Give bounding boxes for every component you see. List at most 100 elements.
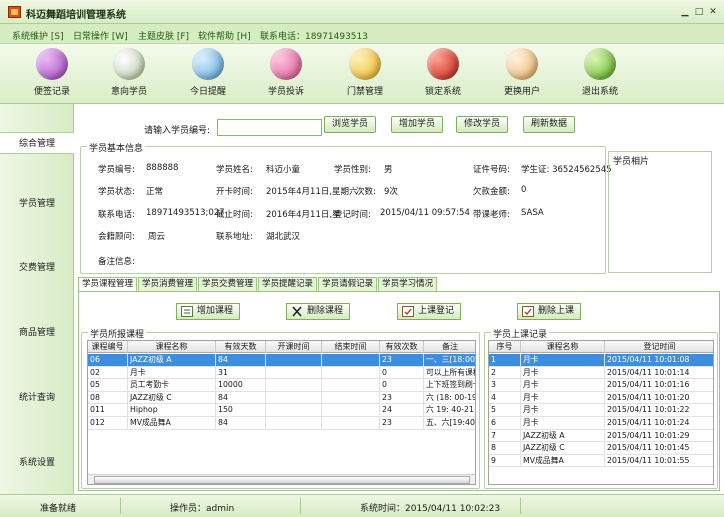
attendance-cell: 月卡 [521, 391, 605, 404]
tab-reminders[interactable]: 学员提醒记录 [258, 277, 318, 291]
student-no-input[interactable] [217, 119, 322, 136]
value-address: 湖北武汉 [266, 232, 301, 242]
attendance-cell: 2015/04/11 10:01:16 [605, 379, 713, 391]
course-row[interactable]: 011 Hiphop 150 24 六 19: 40-21: [88, 404, 475, 417]
course-header-cell[interactable]: 有效次数 [380, 341, 424, 353]
sidebar-item-settings[interactable]: 系统设置 [0, 452, 74, 474]
tool-reminder[interactable]: 今日提醒 [178, 48, 238, 97]
courses-table[interactable]: 课程编号 课程名称 有效天数 开课时间 结束时间 有效次数 备注 06 JAZZ初级 A 84 2… [87, 340, 476, 485]
status-divider [520, 498, 521, 514]
minimize-icon[interactable]: ▁ [680, 7, 690, 17]
course-header-cell[interactable]: 开课时间 [266, 341, 322, 353]
document-icon [506, 48, 538, 80]
app-icon [8, 6, 21, 18]
attendance-table[interactable]: 序号 课程名称 登记时间 1 月卡 2015/04/11 10:01:08 2 月卡 2015… [488, 340, 714, 485]
browse-students-button[interactable]: 浏览学员 [324, 116, 376, 133]
attendance-cell: 月卡 [521, 366, 605, 379]
tool-exit[interactable]: 退出系统 [570, 48, 630, 97]
refresh-data-button[interactable]: 刷新数据 [523, 116, 575, 133]
course-cell: 一、三[18:00- [426, 355, 476, 364]
tool-label: 意向学员 [110, 87, 147, 97]
status-bar: 准备就绪 操作员：admin 系统时间：2015/04/11 10:02:23 [0, 494, 724, 517]
delete-course-button[interactable]: 删除课程 [286, 303, 351, 320]
course-cell [266, 354, 322, 366]
course-header-cell[interactable]: 备注 [424, 341, 475, 353]
attendance-row[interactable]: 9 MV成品舞A 2015/04/11 10:01:55 [489, 454, 713, 468]
course-header-cell[interactable]: 课程名称 [128, 341, 216, 353]
value-status: 正常 [146, 187, 164, 197]
attendance-cell: 2015/04/11 10:01:22 [605, 404, 713, 416]
value-debt: 0 [521, 185, 527, 195]
sidebar-item-students[interactable]: 学员管理 [0, 193, 74, 215]
edit-student-button[interactable]: 修改学员 [456, 116, 508, 133]
menu-theme[interactable]: 主题皮肤 [F] [138, 29, 189, 42]
tool-prospects[interactable]: 意向学员 [99, 48, 159, 97]
course-cell: JAZZ初级 A [128, 354, 216, 366]
attendance-cell: 7 [489, 429, 521, 442]
attendance-row[interactable]: 8 JAZZ初级 C 2015/04/11 10:01:45 [489, 442, 713, 455]
course-row[interactable]: 02 月卡 31 0 可以上所有课程 [88, 366, 475, 380]
attendance-header-cell[interactable]: 课程名称 [521, 341, 605, 353]
label-teacher: 带课老师: [473, 210, 510, 220]
course-row[interactable]: 06 JAZZ初级 A 84 23 一、三[18:00- [88, 354, 476, 367]
sidebar-item-overview[interactable]: 综合管理 [0, 132, 74, 154]
tab-courses[interactable]: 学员课程管理 [78, 277, 138, 291]
course-header-cell[interactable]: 课程编号 [88, 341, 128, 353]
sidebar-item-payments[interactable]: 交费管理 [0, 257, 74, 279]
courses-hscroll-thumb[interactable] [94, 476, 470, 484]
sidebar-item-statistics[interactable]: 统计查询 [0, 387, 74, 409]
attendance-row[interactable]: 1 月卡 2015/04/11 10:01:08 [489, 354, 713, 367]
course-cell: 150 [216, 404, 266, 416]
course-cell: 员工考勤卡 [128, 379, 216, 391]
attendance-row[interactable]: 7 JAZZ初级 A 2015/04/11 10:01:29 [489, 429, 713, 443]
add-course-button[interactable]: 增加课程 [176, 303, 241, 320]
course-row[interactable]: 05 员工考勤卡 10000 0 上下班签到刷卡 [88, 379, 476, 392]
add-student-button[interactable]: 增加学员 [391, 116, 443, 133]
maximize-icon[interactable]: □ [694, 7, 704, 17]
checkin-button[interactable]: 上课登记 [397, 303, 462, 320]
tab-learning[interactable]: 学员学习情况 [378, 277, 438, 291]
label-status: 学员状态: [98, 187, 135, 197]
tool-switch-user[interactable]: 更换用户 [492, 48, 552, 97]
tool-lock[interactable]: 锁定系统 [413, 48, 473, 97]
course-cell: 上下班签到刷卡 [426, 380, 476, 390]
attendance-cell: 2 [489, 366, 521, 379]
course-header-cell[interactable]: 有效天数 [216, 341, 266, 353]
attendance-row[interactable]: 6 月卡 2015/04/11 10:01:24 [489, 416, 713, 430]
menu-daily[interactable]: 日常操作 [W] [73, 29, 128, 42]
attendance-cell: 6 [489, 416, 521, 429]
menu-help[interactable]: 软件帮助 [H] [198, 29, 251, 42]
tab-panel-courses: 增加课程 删除课程 上课登记 删除上课 学员所报课程 课程编号 课程名称 有效天数开… [78, 291, 720, 491]
tool-complaint[interactable]: 学员投诉 [256, 48, 316, 97]
course-cell [322, 366, 380, 379]
course-row[interactable]: 08 JAZZ初级 C 84 23 六 (18: 00-19 [88, 391, 475, 405]
tool-label: 今日提醒 [189, 87, 226, 97]
course-cell [266, 379, 322, 391]
attendance-cell: 9 [489, 454, 521, 467]
menu-system[interactable]: 系统维护 [S] [12, 29, 64, 42]
tool-access[interactable]: 门禁管理 [335, 48, 395, 97]
attendance-row[interactable]: 3 月卡 2015/04/11 10:01:16 [489, 379, 713, 392]
attendance-row[interactable]: 2 月卡 2015/04/11 10:01:14 [489, 366, 713, 380]
attendance-cell: 1 [489, 354, 521, 366]
exit-icon [584, 48, 616, 80]
tool-notes[interactable]: 便签记录 [22, 48, 82, 97]
course-row[interactable]: 012 MV成品舞A 84 23 五、六[19:40- [88, 416, 475, 430]
tab-payments[interactable]: 学员交费管理 [198, 277, 258, 291]
attendance-row[interactable]: 5 月卡 2015/04/11 10:01:22 [489, 404, 713, 417]
attendance-header-cell[interactable]: 登记时间 [605, 341, 713, 353]
sidebar-item-goods[interactable]: 商品管理 [0, 322, 74, 344]
attendance-header-cell[interactable]: 序号 [489, 341, 521, 353]
attendance-row[interactable]: 4 月卡 2015/04/11 10:01:20 [489, 391, 713, 405]
close-icon[interactable]: ✕ [708, 7, 718, 17]
label-student-no: 学员编号: [98, 165, 135, 175]
course-cell: 84 [216, 416, 266, 429]
label-id: 证件号码: [473, 165, 510, 175]
tab-consumption[interactable]: 学员消费管理 [138, 277, 198, 291]
delete-checkin-button[interactable]: 删除上课 [517, 303, 582, 320]
courses-hscroll[interactable] [88, 474, 475, 484]
smiley-icon [349, 48, 381, 80]
tab-leave[interactable]: 学员请假记录 [318, 277, 378, 291]
course-header-cell[interactable]: 结束时间 [322, 341, 380, 353]
photo-title: 学员相片 [613, 157, 650, 167]
